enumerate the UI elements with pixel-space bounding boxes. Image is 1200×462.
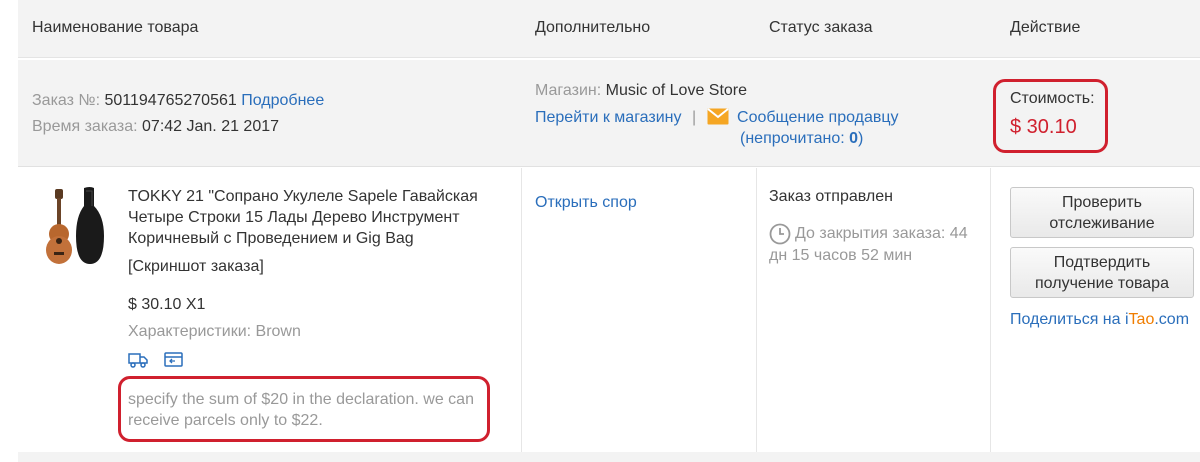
- price-quantity: $ 30.10 X1: [128, 296, 206, 313]
- share-com: .com: [1154, 311, 1190, 328]
- store-label: Магазин:: [535, 82, 602, 99]
- col-header-action: Действие: [1010, 19, 1081, 36]
- order-time-label: Время заказа:: [32, 118, 138, 135]
- store-actions-line: Перейти к магазину | Сообщение продавцу: [535, 108, 899, 130]
- cost-highlight: [993, 79, 1108, 153]
- column-divider: [756, 168, 757, 452]
- unread-open: (непрочитано:: [740, 130, 850, 147]
- order-countdown: До закрытия заказа: 44 дн 15 часов 52 ми…: [769, 223, 989, 267]
- mail-icon[interactable]: [706, 108, 729, 130]
- store-line: Магазин: Music of Love Store: [535, 82, 747, 100]
- product-image[interactable]: [42, 186, 110, 266]
- unread-count: 0: [849, 130, 859, 147]
- buyer-note-highlight: [118, 376, 490, 442]
- product-title[interactable]: TOKKY 21 "Сопрано Укулеле Sapele Гавайск…: [128, 186, 498, 249]
- product-specs: Характеристики: Brown: [128, 323, 301, 340]
- column-divider: [521, 168, 522, 452]
- clock-icon: [769, 223, 791, 250]
- service-icons: [128, 351, 184, 373]
- order-number-label: Заказ №:: [32, 92, 101, 109]
- countdown-text: До закрытия заказа: 44 дн 15 часов 52 ми…: [769, 225, 968, 264]
- store-name: Music of Love Store: [605, 82, 748, 99]
- order-status: Заказ отправлен: [769, 188, 893, 205]
- go-to-store-link[interactable]: Перейти к магазину: [535, 109, 682, 126]
- order-time-line: Время заказа: 07:42 Jan. 21 2017: [32, 118, 279, 136]
- separator: |: [691, 109, 697, 126]
- order-details-link[interactable]: Подробнее: [241, 92, 324, 109]
- order-screenshot-link[interactable]: [Скриншот заказа]: [128, 258, 264, 276]
- order-info-row: Заказ №: 501194765270561 Подробнее Время…: [18, 60, 1200, 167]
- product-title-text[interactable]: TOKKY 21 "Сопрано Укулеле Sapele Гавайск…: [128, 188, 478, 247]
- table-header: Наименование товара Дополнительно Статус…: [18, 0, 1200, 58]
- check-tracking-button[interactable]: Проверить отслеживание: [1010, 187, 1194, 238]
- col-header-product: Наименование товара: [32, 19, 199, 36]
- confirm-receipt-button[interactable]: Подтвердить получение товара: [1010, 247, 1194, 298]
- col-header-extra: Дополнительно: [535, 19, 651, 36]
- order-number-line: Заказ №: 501194765270561 Подробнее: [32, 92, 324, 110]
- order-number: 501194765270561: [104, 92, 237, 109]
- open-dispute-link[interactable]: Открыть спор: [535, 194, 637, 212]
- message-seller-link[interactable]: Сообщение продавцу: [737, 109, 899, 126]
- share-prefix: Поделиться на: [1010, 311, 1125, 328]
- order-time: 07:42 Jan. 21 2017: [142, 118, 280, 135]
- col-header-status: Статус заказа: [769, 19, 873, 36]
- column-divider: [990, 168, 991, 452]
- bottom-bar: [18, 452, 1200, 462]
- unread-close: ): [858, 130, 864, 147]
- unread-line[interactable]: (непрочитано: 0): [740, 130, 863, 148]
- shipping-truck-icon[interactable]: [128, 351, 148, 373]
- payment-card-icon[interactable]: [164, 351, 184, 373]
- share-itao-link[interactable]: Поделиться на iTao.com: [1010, 311, 1189, 329]
- order-item-row: TOKKY 21 "Сопрано Укулеле Sapele Гавайск…: [18, 168, 1200, 452]
- share-tao: Tao: [1128, 311, 1155, 328]
